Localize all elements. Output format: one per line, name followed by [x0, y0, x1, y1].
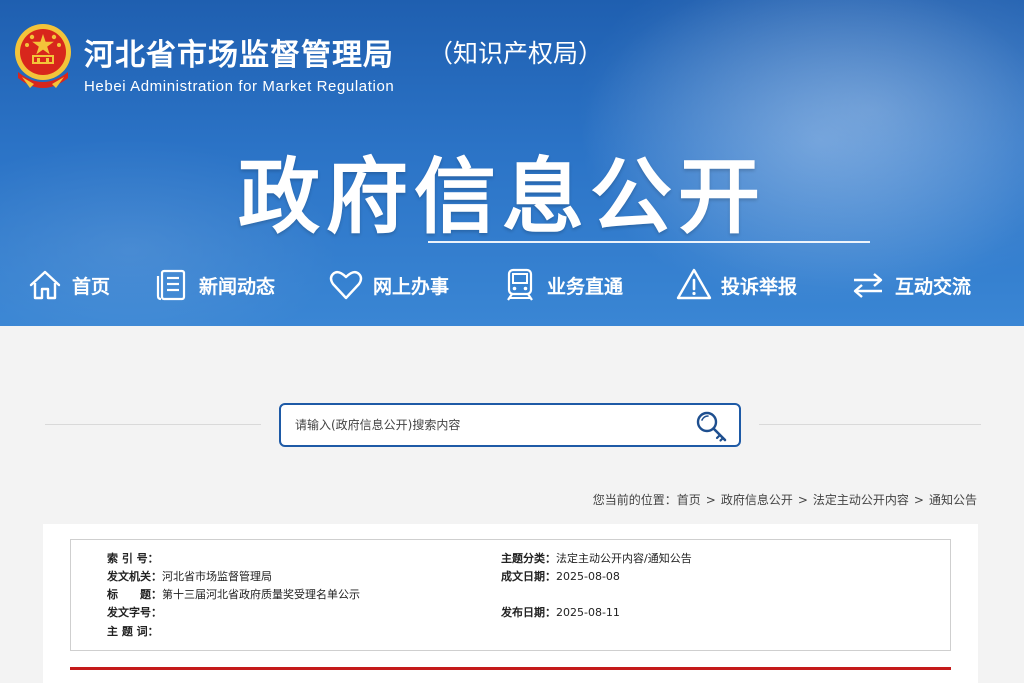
meta-docno-row: 发文字号：: [107, 604, 162, 622]
nav-item-label: 投诉举报: [721, 275, 798, 298]
train-icon: [507, 268, 533, 301]
meta-keywords-label: 主 题 词：: [107, 625, 159, 638]
breadcrumb-separator: >: [705, 492, 716, 507]
meta-issuer-row: 发文机关：河北省市场监督管理局: [107, 568, 272, 586]
divider-left: [45, 424, 261, 425]
nav-item-label: 网上办事: [373, 275, 450, 298]
breadcrumb-prefix: 您当前的位置：: [592, 493, 677, 507]
nav-item-online-services[interactable]: 网上办事: [327, 266, 449, 304]
nav-item-label: 互动交流: [895, 275, 972, 298]
document-meta-table: 索 引 号： 主题分类：法定主动公开内容/通知公告 发文机关：河北省市场监督管理…: [70, 539, 951, 651]
meta-docno-label: 发文字号：: [107, 606, 162, 619]
breadcrumb-item-home[interactable]: 首页: [677, 491, 701, 508]
meta-published-label: 发布日期：: [501, 606, 556, 619]
document-panel: 索 引 号： 主题分类：法定主动公开内容/通知公告 发文机关：河北省市场监督管理…: [43, 524, 978, 683]
nav-item-home[interactable]: 首页: [26, 266, 110, 304]
search-input[interactable]: [295, 413, 675, 437]
meta-index-label: 索 引 号：: [107, 552, 159, 565]
meta-title-label: 标 题：: [107, 588, 162, 601]
breadcrumb-item-notices[interactable]: 通知公告: [929, 491, 977, 508]
home-icon: [29, 270, 61, 300]
meta-published-value: 2025-08-11: [556, 606, 620, 619]
nav-item-interaction[interactable]: 互动交流: [849, 266, 971, 304]
meta-created-label: 成文日期：: [501, 570, 556, 583]
red-divider: [70, 667, 951, 670]
breadcrumb-separator: >: [797, 492, 808, 507]
warning-icon: [676, 268, 712, 300]
main-content: 您当前的位置： 首页 > 政府信息公开 > 法定主动公开内容 > 通知公告 索 …: [12, 326, 1012, 683]
meta-issuer-label: 发文机关：: [107, 570, 162, 583]
breadcrumb-item-gov-info[interactable]: 政府信息公开: [721, 491, 793, 508]
meta-title-value: 第十三届河北省政府质量奖受理名单公示: [162, 588, 360, 601]
meta-topic-label: 主题分类：: [501, 552, 556, 565]
nav-item-complaints[interactable]: 投诉举报: [675, 266, 797, 304]
meta-topic-value: 法定主动公开内容/通知公告: [556, 552, 692, 565]
divider-right: [759, 424, 981, 425]
meta-published-row: 发布日期：2025-08-11: [501, 604, 620, 622]
page-title: 政府信息公开: [238, 150, 767, 245]
meta-keywords-row: 主 题 词：: [107, 623, 159, 641]
meta-topic-row: 主题分类：法定主动公开内容/通知公告: [501, 550, 692, 568]
meta-issuer-value: 河北省市场监督管理局: [162, 570, 272, 583]
meta-title-row: 标 题：第十三届河北省政府质量奖受理名单公示: [107, 586, 360, 604]
heart-icon: [329, 270, 363, 300]
meta-index-row: 索 引 号：: [107, 550, 159, 568]
search-box: [279, 403, 741, 447]
title-underline: [428, 241, 870, 243]
breadcrumb-separator: >: [913, 492, 924, 507]
site-subtitle: （知识产权局）: [428, 39, 604, 68]
breadcrumb-item-statutory[interactable]: 法定主动公开内容: [813, 491, 909, 508]
document-icon: [156, 269, 186, 301]
meta-created-row: 成文日期：2025-08-08: [501, 568, 620, 586]
nav-item-label: 业务直通: [547, 275, 624, 298]
site-english-name: Hebei Administration for Market Regulati…: [84, 78, 395, 95]
national-emblem-icon: [15, 24, 71, 88]
site-name: 河北省市场监督管理局: [84, 38, 394, 73]
nav-item-label: 首页: [72, 275, 111, 298]
breadcrumb: 您当前的位置： 首页 > 政府信息公开 > 法定主动公开内容 > 通知公告: [593, 491, 977, 508]
nav-item-label: 新闻动态: [199, 275, 276, 298]
nav-item-news[interactable]: 新闻动态: [153, 266, 275, 304]
exchange-icon: [853, 273, 883, 298]
key-search-icon[interactable]: [693, 409, 729, 443]
header-banner: 河北省市场监督管理局 （知识产权局） Hebei Administration …: [0, 0, 1024, 326]
nav-item-business[interactable]: 业务直通: [501, 266, 623, 304]
meta-created-value: 2025-08-08: [556, 570, 620, 583]
